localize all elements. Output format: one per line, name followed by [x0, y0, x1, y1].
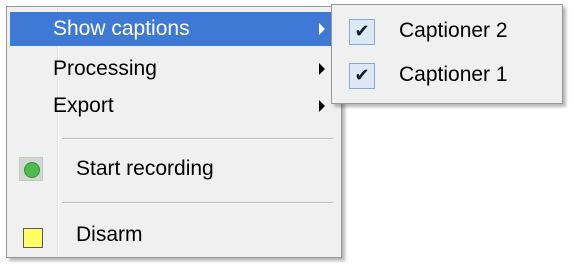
checkmark-icon: ✔ — [349, 63, 375, 89]
menu-item-show-captions[interactable]: Show captions — [10, 12, 338, 46]
submenu-arrow-icon — [319, 63, 325, 75]
menu-item-label: Export — [53, 94, 114, 117]
menu-separator — [62, 202, 333, 204]
menu-item-label: Processing — [53, 57, 157, 80]
menu-item-disarm[interactable]: Disarm — [10, 218, 338, 252]
submenu-item-label: Captioner 2 — [399, 19, 508, 42]
menu-item-label: Show captions — [53, 17, 190, 40]
submenu-arrow-icon — [319, 23, 325, 35]
menu-separator — [62, 138, 333, 140]
menu-item-label: Disarm — [76, 223, 143, 246]
menu-item-label: Start recording — [76, 157, 214, 180]
submenu-item-captioner-2[interactable]: ✔ Captioner 2 — [335, 13, 559, 49]
green-dot-icon — [19, 157, 43, 181]
menu-item-start-recording[interactable]: Start recording — [10, 152, 338, 186]
submenu-arrow-icon — [319, 100, 325, 112]
menu-item-processing[interactable]: Processing — [10, 52, 338, 86]
yellow-square-icon — [23, 228, 43, 248]
captions-submenu: ✔ Captioner 2 ✔ Captioner 1 — [331, 4, 563, 104]
submenu-item-captioner-1[interactable]: ✔ Captioner 1 — [335, 57, 559, 93]
checkmark-icon: ✔ — [349, 19, 375, 45]
submenu-item-label: Captioner 1 — [399, 63, 508, 86]
context-menu: Show captions Processing Export Start re… — [6, 6, 342, 258]
menu-item-export[interactable]: Export — [10, 89, 338, 123]
